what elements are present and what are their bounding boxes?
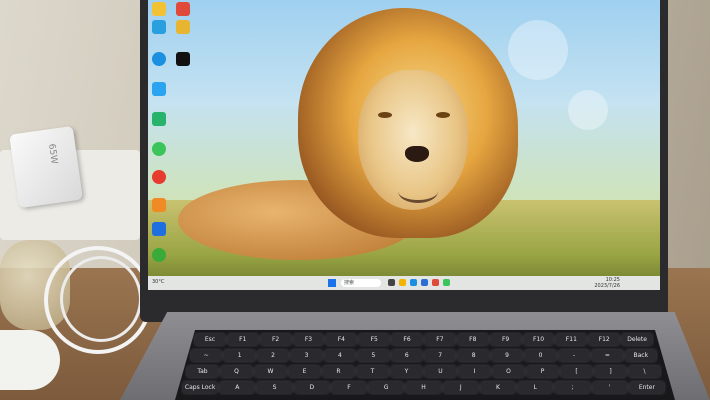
lion-eye-left	[378, 112, 392, 118]
key-3-5[interactable]: G	[369, 382, 404, 393]
key-3-9[interactable]: L	[518, 382, 553, 393]
app-taskbar-icon[interactable]	[432, 279, 439, 286]
desktop-icon[interactable]	[152, 82, 166, 96]
key-2-6[interactable]: Y	[391, 366, 422, 377]
key-3-11[interactable]: '	[592, 382, 627, 393]
clock-date: 2023/7/26	[594, 283, 620, 289]
key-0-1[interactable]: F1	[227, 334, 258, 345]
chat-icon[interactable]	[152, 142, 166, 156]
phone-charger: 65W	[9, 125, 83, 209]
qq-icon[interactable]	[152, 170, 166, 184]
taskbar-clock[interactable]: 10:25 2023/7/26	[594, 277, 620, 289]
weather-widget[interactable]: 30°C	[152, 279, 164, 285]
key-0-0[interactable]: Esc	[195, 334, 225, 345]
charger-label: 65W	[46, 143, 59, 165]
desktop-icon[interactable]	[152, 222, 166, 236]
key-2-8[interactable]: I	[459, 366, 490, 377]
edge-icon[interactable]	[152, 52, 166, 66]
bokeh	[508, 20, 568, 80]
key-1-9[interactable]: 9	[491, 350, 523, 361]
desktop-icon[interactable]	[152, 112, 166, 126]
key-1-12[interactable]: =	[592, 350, 623, 361]
key-0-4[interactable]: F4	[326, 334, 357, 345]
key-0-11[interactable]: F11	[556, 334, 587, 345]
key-1-1[interactable]: 1	[224, 350, 255, 361]
tiktok-icon[interactable]	[176, 52, 190, 66]
store-icon[interactable]	[421, 279, 428, 286]
key-3-3[interactable]: D	[294, 382, 329, 393]
key-1-8[interactable]: 8	[458, 350, 489, 361]
key-0-7[interactable]: F7	[425, 334, 455, 345]
key-3-0[interactable]: Caps Lock	[183, 382, 218, 393]
chat-taskbar-icon[interactable]	[443, 279, 450, 286]
key-2-2[interactable]: W	[255, 366, 286, 377]
key-3-7[interactable]: J	[443, 382, 478, 393]
lion-nose	[405, 146, 429, 162]
key-2-13[interactable]: \	[629, 366, 660, 377]
key-2-7[interactable]: U	[425, 366, 456, 377]
key-3-12[interactable]: Enter	[629, 382, 664, 393]
bokeh	[568, 90, 608, 130]
lion-mouth	[398, 180, 438, 203]
taskbar: 30°C 搜索 10:25 2023/7/26	[148, 276, 660, 290]
key-1-11[interactable]: -	[558, 350, 590, 361]
key-1-3[interactable]: 3	[291, 350, 322, 361]
key-2-0[interactable]: Tab	[187, 366, 218, 377]
key-1-7[interactable]: 7	[425, 350, 456, 361]
desktop-icon[interactable]	[176, 2, 190, 16]
desktop-icon[interactable]	[152, 2, 166, 16]
key-2-12[interactable]: ]	[595, 366, 626, 377]
task-view-icon[interactable]	[388, 279, 395, 286]
desktop-icon[interactable]	[152, 248, 166, 262]
key-3-4[interactable]: F	[331, 382, 367, 393]
key-3-10[interactable]: ;	[555, 382, 590, 393]
laptop-screen: 30°C 搜索 10:25 2023/7/26	[148, 0, 660, 290]
keyboard: Esc F1 F2 F3 F4 F5 F6 F7 F8 F9 F10 F11 F12 Delete ~1 2 3…	[175, 330, 675, 400]
charging-cable-loop	[60, 256, 142, 342]
taskbar-search-input[interactable]: 搜索	[341, 279, 381, 287]
key-1-2[interactable]: 2	[257, 350, 289, 361]
key-3-2[interactable]: S	[257, 382, 292, 393]
lion-eye-right	[436, 112, 450, 118]
key-0-6[interactable]: F6	[392, 334, 422, 345]
key-2-3[interactable]: E	[289, 366, 320, 377]
key-1-4[interactable]: 4	[324, 350, 356, 361]
key-0-3[interactable]: F3	[293, 334, 324, 345]
key-0-10[interactable]: F10	[523, 334, 554, 345]
key-1-5[interactable]: 5	[358, 350, 389, 361]
key-2-1[interactable]: Q	[221, 366, 252, 377]
key-2-9[interactable]: O	[493, 366, 524, 377]
key-0-5[interactable]: F5	[359, 334, 390, 345]
key-3-8[interactable]: K	[480, 382, 516, 393]
key-1-0[interactable]: ~	[191, 350, 222, 361]
key-1-6[interactable]: 6	[391, 350, 422, 361]
key-3-6[interactable]: H	[406, 382, 441, 393]
key-0-8[interactable]: F8	[457, 334, 488, 345]
white-bowl	[0, 330, 60, 390]
file-explorer-icon[interactable]	[399, 279, 406, 286]
key-2-4[interactable]: R	[323, 366, 354, 377]
desktop-icon[interactable]	[152, 198, 166, 212]
desktop-icon[interactable]	[176, 20, 190, 34]
key-0-9[interactable]: F9	[490, 334, 521, 345]
windows-start-icon[interactable]	[328, 279, 336, 287]
desktop-icon[interactable]	[152, 20, 166, 34]
key-1-10[interactable]: 0	[525, 350, 556, 361]
key-0-13[interactable]: Delete	[622, 334, 652, 345]
key-1-13[interactable]: Back	[625, 350, 656, 361]
key-0-12[interactable]: F12	[589, 334, 620, 345]
edge-taskbar-icon[interactable]	[410, 279, 417, 286]
key-0-2[interactable]: F2	[260, 334, 291, 345]
key-2-11[interactable]: [	[561, 366, 592, 377]
key-2-10[interactable]: P	[527, 366, 558, 377]
key-3-1[interactable]: A	[220, 382, 255, 393]
key-2-5[interactable]: T	[357, 366, 388, 377]
